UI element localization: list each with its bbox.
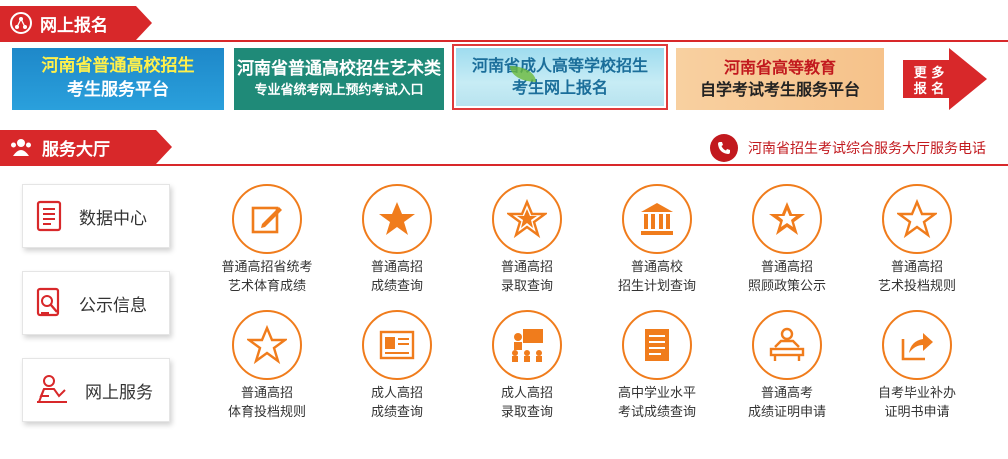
- banner-line: 专业省统考网上预约考试入口: [254, 82, 424, 98]
- share-arrow-icon: [901, 333, 933, 361]
- search-document-icon: [36, 287, 60, 317]
- service-phone[interactable]: 河南省招生考试综合服务大厅服务电话: [710, 134, 986, 162]
- service-label: 证明书申请: [884, 405, 950, 420]
- service-label: 成人高招: [500, 386, 553, 401]
- star-outline-icon: [897, 199, 937, 239]
- service-art-filing-rules[interactable]: 普通高招艺术投档规则: [852, 184, 982, 296]
- service-label: 高中学业水平: [617, 386, 696, 401]
- service-proficiency-score[interactable]: 高中学业水平 考试成绩查询: [592, 310, 722, 422]
- person-desk-icon: [769, 327, 805, 361]
- section-title: 网上报名: [40, 15, 108, 36]
- online-registration-header: 网上报名: [0, 6, 1008, 42]
- certificate-icon: [379, 330, 415, 360]
- document-list-icon: [36, 200, 62, 232]
- banner-line: 考生服务平台: [67, 80, 169, 100]
- edit-icon: [251, 206, 282, 234]
- service-label: 普通高招: [890, 260, 943, 275]
- service-label: 普通高招: [760, 260, 813, 275]
- presentation-icon: [512, 329, 543, 362]
- more-registration-button[interactable]: 更 多 报 名: [896, 48, 992, 110]
- service-adult-score[interactable]: 成人高招 成绩查询: [332, 310, 462, 422]
- service-adult-admission[interactable]: 成人高招 录取查询: [462, 310, 592, 422]
- banner-adult-exam[interactable]: 河南省成人高等学校招生 考生网上报名: [452, 44, 668, 110]
- service-graduation-certificate[interactable]: 自考毕业补办 证明书申请: [852, 310, 982, 422]
- side-item-data-center[interactable]: 数据中心: [22, 184, 170, 248]
- banner-self-study-exam[interactable]: 河南省高等教育 自学考试考生服务平台: [676, 48, 884, 110]
- service-label: 普通高招省统考: [221, 260, 313, 275]
- service-label: 成绩查询: [370, 279, 423, 294]
- side-item-label: 公示信息: [79, 295, 147, 316]
- service-label: 普通高招: [370, 260, 423, 275]
- page-root: 网上报名 河南省普通高校招生 考生服务平台 河南省普通高校招生艺术类 专业省统考…: [0, 0, 1008, 459]
- side-item-label: 数据中心: [79, 208, 147, 229]
- document-icon: [645, 329, 669, 361]
- service-score-certificate[interactable]: 普通高考成绩证明申请: [722, 310, 852, 422]
- more-arrow-icon: 更 多 报 名: [903, 48, 987, 110]
- people-icon: [10, 138, 32, 156]
- star-outline-icon: [507, 199, 547, 239]
- service-label: 照顾政策公示: [747, 279, 826, 294]
- service-gaokao-admission[interactable]: 普通高招 录取查询: [462, 184, 592, 296]
- phone-icon: [710, 134, 738, 162]
- service-label: 普通高校: [630, 260, 683, 275]
- service-label: 艺术体育成绩: [227, 279, 306, 294]
- banner-line: 河南省普通高校招生艺术类: [237, 59, 441, 79]
- service-label: 成绩证明申请: [747, 405, 826, 420]
- more-label-1: 更 多: [914, 65, 945, 81]
- banner-line: 河南省高等教育: [723, 57, 836, 77]
- service-enrollment-plan[interactable]: 普通高校招生计划查询: [592, 184, 722, 296]
- banner-line: 河南省普通高校招生: [41, 56, 195, 77]
- more-label-2: 报 名: [914, 81, 945, 97]
- banner-art-exam[interactable]: 河南省普通高校招生艺术类 专业省统考网上预约考试入口: [234, 48, 444, 110]
- service-label: 招生计划查询: [617, 279, 696, 294]
- person-service-icon: [37, 375, 67, 403]
- service-hall-tab: 服务大厅: [0, 130, 172, 164]
- service-sports-filing-rules[interactable]: 普通高招体育投档规则: [202, 310, 332, 422]
- service-label: 成人高招: [370, 386, 423, 401]
- building-icon: [641, 203, 673, 235]
- service-art-sports-score[interactable]: 普通高招省统考 艺术体育成绩: [202, 184, 332, 296]
- side-item-online-service[interactable]: 网上服务: [22, 358, 170, 422]
- section-title: 服务大厅: [42, 139, 110, 160]
- service-label: 普通高招: [240, 386, 293, 401]
- service-label: 考试成绩查询: [617, 405, 696, 420]
- service-care-policy[interactable]: 普通高招照顾政策公示: [722, 184, 852, 296]
- service-label: 自考毕业补办: [877, 386, 956, 401]
- service-label: 普通高考: [760, 386, 813, 401]
- service-label: 体育投档规则: [227, 405, 306, 420]
- online-registration-tab: 网上报名: [0, 6, 152, 40]
- service-label: 成绩查询: [370, 405, 423, 420]
- star-outline-icon: [247, 325, 287, 365]
- service-label: 普通高招: [500, 260, 553, 275]
- side-item-public-info[interactable]: 公示信息: [22, 271, 170, 335]
- phone-label: 河南省招生考试综合服务大厅服务电话: [748, 141, 986, 157]
- service-label: 录取查询: [500, 405, 553, 420]
- star-badge-icon: [769, 202, 805, 235]
- banner-line: 自学考试考生服务平台: [699, 80, 860, 99]
- share-nodes-icon: [10, 12, 32, 34]
- service-gaokao-score[interactable]: 普通高招 成绩查询: [332, 184, 462, 296]
- service-label: 录取查询: [500, 279, 553, 294]
- star-icon: [379, 202, 415, 235]
- side-item-label: 网上服务: [85, 382, 153, 403]
- banner-line: 河南省成人高等学校招生: [471, 55, 648, 75]
- banner-gaokao-service[interactable]: 河南省普通高校招生 考生服务平台: [12, 48, 224, 110]
- service-label: 艺术投档规则: [877, 279, 956, 294]
